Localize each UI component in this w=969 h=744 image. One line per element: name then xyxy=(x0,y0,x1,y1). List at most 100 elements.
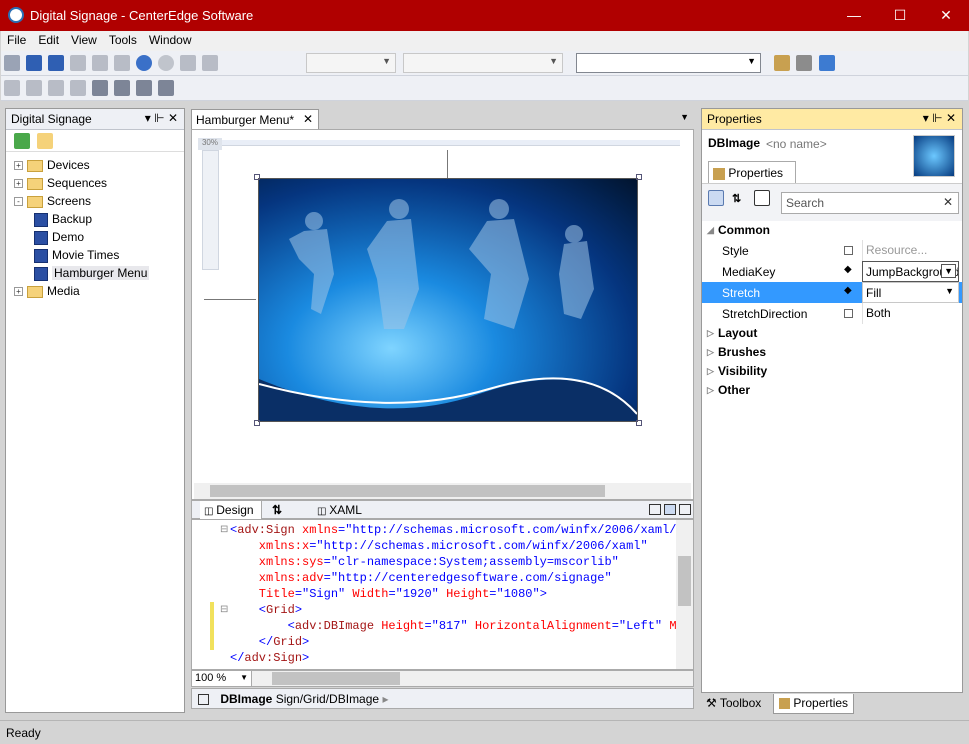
paste-icon[interactable] xyxy=(114,55,130,71)
category-visibility[interactable]: ▷ Visibility xyxy=(702,362,962,381)
categorized-icon[interactable] xyxy=(708,190,724,206)
tree-item[interactable]: Backup xyxy=(6,210,184,228)
property-row-mediakey[interactable]: MediaKey ◆ JumpBackground ▼ xyxy=(702,261,962,282)
category-brushes[interactable]: ▷ Brushes xyxy=(702,343,962,362)
collapse-pane-icon[interactable] xyxy=(679,504,691,515)
dbimage-element[interactable] xyxy=(258,178,638,422)
property-value[interactable]: Both xyxy=(862,303,959,324)
properties-tool-icon[interactable] xyxy=(774,55,790,71)
tools-icon[interactable] xyxy=(796,55,812,71)
expand-icon[interactable]: + xyxy=(14,179,23,189)
expand-icon[interactable]: ▷ xyxy=(707,343,714,362)
design-surface[interactable]: 30% xyxy=(191,129,694,500)
navigate-back-icon[interactable] xyxy=(180,55,196,71)
property-marker-icon[interactable]: ◆ xyxy=(844,285,852,296)
property-search-input[interactable]: Search ✕ xyxy=(781,192,959,214)
property-row-style[interactable]: Style Resource... xyxy=(702,240,962,261)
category-common[interactable]: ◢ Common xyxy=(702,221,962,240)
save-icon[interactable] xyxy=(26,55,42,71)
vertical-split-icon[interactable] xyxy=(649,504,661,515)
horizontal-split-icon[interactable] xyxy=(664,504,676,515)
resize-handle[interactable] xyxy=(636,174,642,180)
font-size-icon[interactable] xyxy=(70,80,86,96)
property-marker-icon[interactable]: ◆ xyxy=(844,264,852,275)
zoom-slider[interactable] xyxy=(202,150,219,270)
undo-icon[interactable] xyxy=(136,55,152,71)
element-name-field[interactable]: <no name> xyxy=(766,137,827,151)
design-tab[interactable]: ◫ Design xyxy=(200,501,262,519)
sort-alpha-icon[interactable]: ⇅ xyxy=(732,192,741,205)
dropdown-arrow-icon[interactable]: ▼ xyxy=(941,264,956,278)
property-value[interactable]: JumpBackground ▼ xyxy=(862,261,959,282)
scroll-thumb[interactable] xyxy=(678,556,691,606)
resize-handle[interactable] xyxy=(254,174,260,180)
xaml-hscroll-thumb[interactable] xyxy=(272,672,400,685)
redo-icon[interactable] xyxy=(158,55,174,71)
design-hscrollbar[interactable] xyxy=(194,483,691,499)
toolbox-tab[interactable]: ⚒ Toolbox xyxy=(703,696,764,710)
property-marker-icon[interactable] xyxy=(844,246,853,255)
uncomment-icon[interactable] xyxy=(158,80,174,96)
menu-file[interactable]: File xyxy=(1,31,32,49)
panel-pin-icon[interactable]: ▾ ⊩ ✕ xyxy=(145,111,178,125)
xaml-tab[interactable]: ◫ XAML xyxy=(317,503,362,517)
close-button[interactable]: ✕ xyxy=(923,0,969,31)
collapse-icon[interactable]: ◢ xyxy=(707,221,714,240)
collapse-icon[interactable]: - xyxy=(14,197,23,207)
property-row-stretch[interactable]: Stretch ◆ Fill ▼ xyxy=(702,282,962,303)
indent-icon[interactable] xyxy=(114,80,130,96)
tree-item[interactable]: + Media xyxy=(6,282,184,300)
refresh-icon[interactable] xyxy=(14,133,30,149)
cut-icon[interactable] xyxy=(70,55,86,71)
find-combo[interactable]: ▼ xyxy=(576,53,761,73)
category-other[interactable]: ▷ Other xyxy=(702,381,962,400)
property-value[interactable]: Fill ▼ xyxy=(862,282,959,303)
new-icon[interactable] xyxy=(4,55,20,71)
tab-overflow-icon[interactable]: ▼ xyxy=(680,112,689,122)
save-all-icon[interactable] xyxy=(48,55,64,71)
dropdown-arrow-icon[interactable]: ▼ xyxy=(943,285,956,297)
expand-icon[interactable]: ▷ xyxy=(707,381,714,400)
tree-item[interactable]: Hamburger Menu xyxy=(6,264,184,282)
size-icon[interactable] xyxy=(48,80,64,96)
menu-view[interactable]: View xyxy=(65,31,103,49)
xaml-editor[interactable]: ⊟ ⊟ < adv:Sign xmlns = "http://schemas.micro… xyxy=(191,519,694,670)
copy-icon[interactable] xyxy=(92,55,108,71)
align-icon[interactable] xyxy=(4,80,20,96)
clear-search-icon[interactable]: ✕ xyxy=(943,195,953,209)
breadcrumb-path[interactable]: Sign/Grid/DBImage xyxy=(276,692,379,706)
menu-window[interactable]: Window xyxy=(143,31,198,49)
expand-icon[interactable]: ▷ xyxy=(707,324,714,343)
tree-item[interactable]: Demo xyxy=(6,228,184,246)
navigate-forward-icon[interactable] xyxy=(202,55,218,71)
expand-icon[interactable]: + xyxy=(14,287,23,297)
expand-icon[interactable]: + xyxy=(14,161,23,171)
resize-handle[interactable] xyxy=(636,420,642,426)
tab-close-icon[interactable]: ✕ xyxy=(303,112,313,126)
tree-item[interactable]: - Screens xyxy=(6,192,184,210)
properties-tab[interactable]: Properties xyxy=(708,161,796,183)
preview-icon[interactable] xyxy=(819,55,835,71)
outdent-icon[interactable] xyxy=(92,80,108,96)
tree-item[interactable]: + Sequences xyxy=(6,174,184,192)
properties-bottom-tab[interactable]: Properties xyxy=(773,694,855,714)
property-value[interactable]: Resource... xyxy=(862,240,959,261)
expand-icon[interactable]: ▷ xyxy=(707,362,714,381)
zoom-select[interactable]: 100 % ▼ xyxy=(192,671,252,686)
menu-tools[interactable]: Tools xyxy=(103,31,143,49)
xaml-vscrollbar[interactable] xyxy=(676,520,693,669)
resize-handle[interactable] xyxy=(254,420,260,426)
events-icon[interactable] xyxy=(754,190,770,206)
tree-item[interactable]: Movie Times xyxy=(6,246,184,264)
maximize-button[interactable]: ☐ xyxy=(877,0,923,31)
swap-panes-icon[interactable]: ⇅ xyxy=(272,503,282,517)
minimize-button[interactable]: — xyxy=(831,0,877,31)
comment-icon[interactable] xyxy=(136,80,152,96)
scroll-thumb[interactable] xyxy=(210,485,605,497)
property-marker-icon[interactable] xyxy=(844,309,853,318)
new-folder-icon[interactable] xyxy=(37,133,54,149)
tab-hamburger-menu[interactable]: Hamburger Menu* ✕ xyxy=(191,109,319,130)
toolbar-combo-1[interactable]: ▼ xyxy=(306,53,396,73)
menu-edit[interactable]: Edit xyxy=(32,31,65,49)
distribute-icon[interactable] xyxy=(26,80,42,96)
